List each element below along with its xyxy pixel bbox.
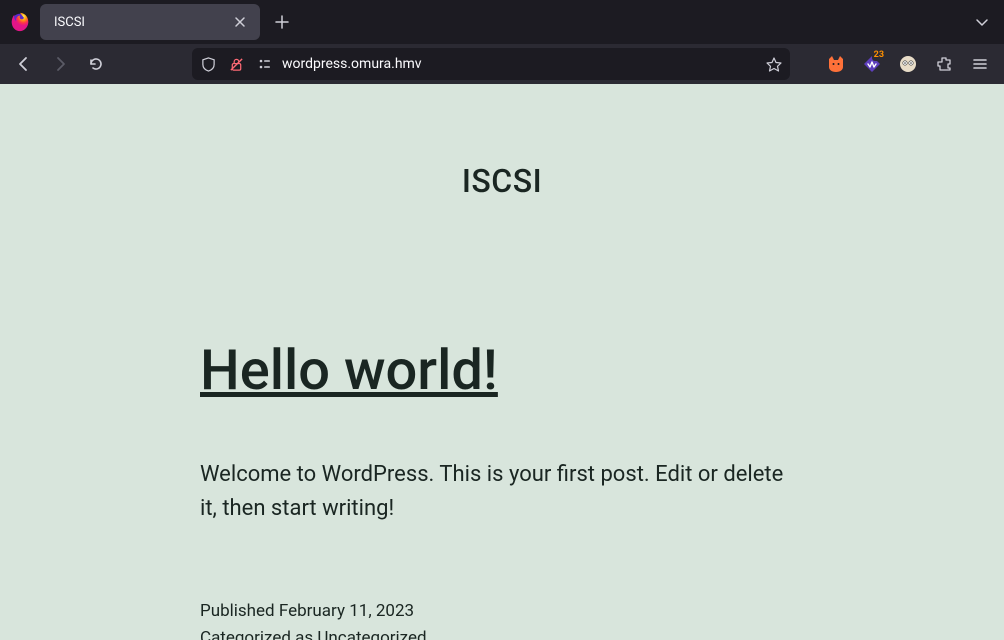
post-date: February 11, 2023 <box>279 601 414 621</box>
tab-bar: ISCSI <box>0 0 1004 44</box>
url-bar[interactable]: wordpress.omura.hmv <box>192 48 790 80</box>
permissions-icon[interactable] <box>254 54 274 74</box>
tab-title: ISCSI <box>54 15 85 30</box>
lock-insecure-icon[interactable] <box>226 54 246 74</box>
category-link[interactable]: Uncategorized <box>317 628 426 640</box>
extension-foxyproxy-icon[interactable] <box>820 48 852 80</box>
shield-icon[interactable] <box>198 54 218 74</box>
extension-wappalyzer-icon[interactable]: 23 <box>856 48 888 80</box>
new-tab-button[interactable] <box>266 6 298 38</box>
post-meta: Published February 11, 2023 Categorized … <box>200 598 804 640</box>
post-title[interactable]: Hello world! <box>200 340 804 402</box>
reload-button[interactable] <box>80 48 112 80</box>
browser-tab[interactable]: ISCSI <box>40 4 260 40</box>
post-category-line: Categorized as Uncategorized <box>200 625 804 640</box>
bookmark-icon[interactable] <box>764 54 784 74</box>
app-menu-button[interactable] <box>964 48 996 80</box>
url-text[interactable]: wordpress.omura.hmv <box>282 56 756 72</box>
extensions-button[interactable] <box>928 48 960 80</box>
nav-bar: wordpress.omura.hmv 23 <box>0 44 1004 84</box>
extension-other-icon[interactable] <box>892 48 924 80</box>
extension-badge: 23 <box>872 50 886 61</box>
forward-button <box>44 48 76 80</box>
back-button[interactable] <box>8 48 40 80</box>
post: Hello world! Welcome to WordPress. This … <box>196 340 808 640</box>
page-content: ISCSI Hello world! Welcome to WordPress.… <box>0 84 1004 640</box>
site-title[interactable]: ISCSI <box>0 162 1004 200</box>
post-excerpt: Welcome to WordPress. This is your first… <box>200 458 804 526</box>
post-published: Published February 11, 2023 <box>200 598 804 625</box>
all-tabs-button[interactable] <box>966 6 998 38</box>
close-tab-icon[interactable] <box>230 12 250 32</box>
firefox-icon[interactable] <box>6 8 34 36</box>
site-header: ISCSI <box>0 84 1004 200</box>
